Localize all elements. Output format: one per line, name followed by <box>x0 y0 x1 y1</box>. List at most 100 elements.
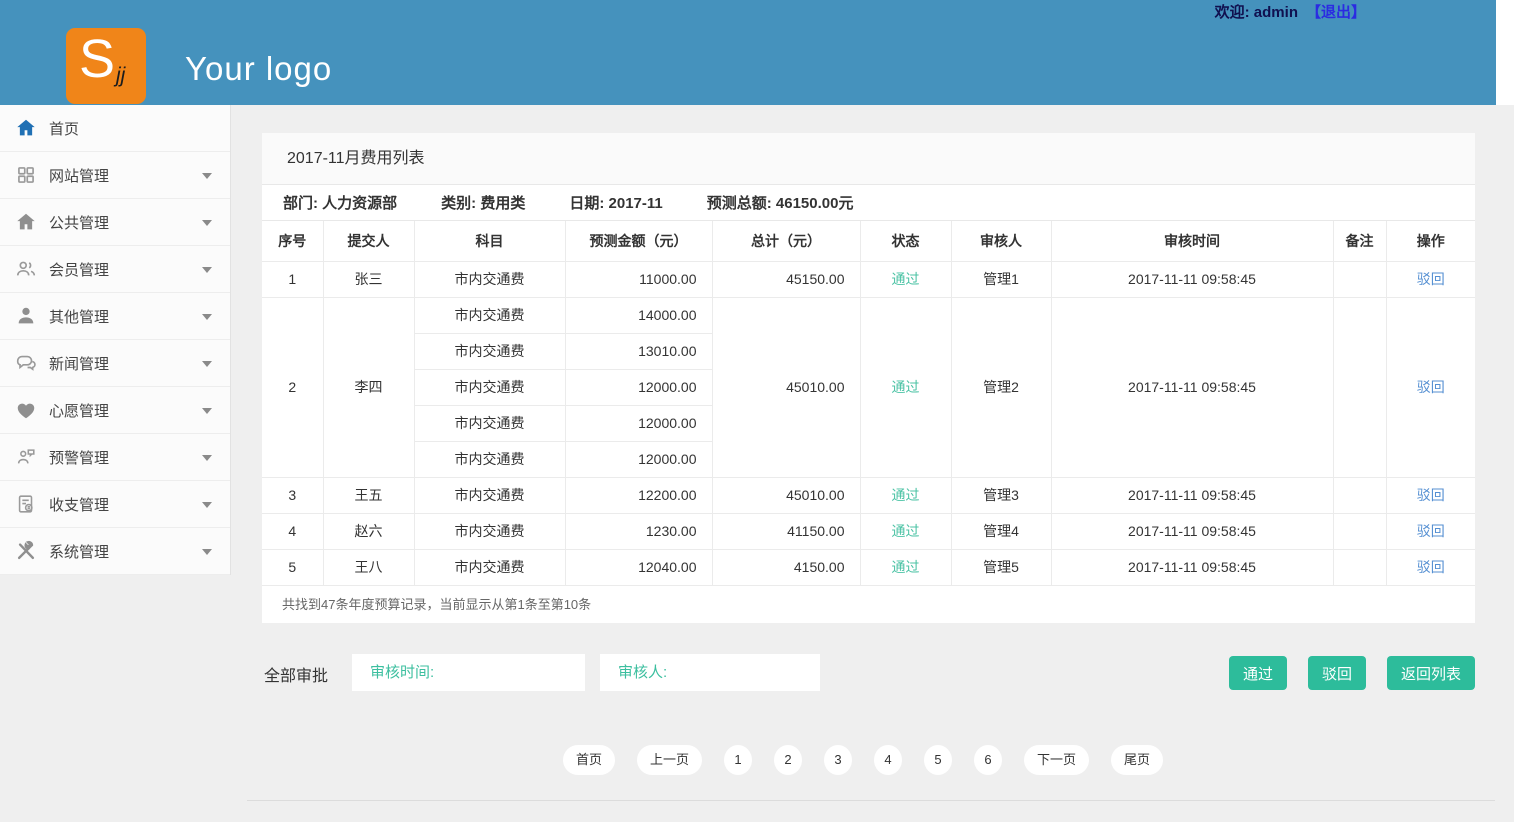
sidebar-item-wish[interactable]: 心愿管理 <box>0 387 230 434</box>
scrollbar-track <box>1496 0 1514 105</box>
cell-total: 41150.00 <box>712 513 860 549</box>
table-row: 3王五市内交通费12200.0045010.00通过管理32017-11-11 … <box>262 477 1475 513</box>
logo-text: Your logo <box>185 50 332 88</box>
sidebar-item-label: 预警管理 <box>49 447 109 468</box>
reject-link[interactable]: 驳回 <box>1417 487 1445 503</box>
sidebar-item-site[interactable]: 网站管理 <box>0 152 230 199</box>
col-header-amount: 预测金额（元） <box>565 221 712 261</box>
sidebar-item-member[interactable]: 会员管理 <box>0 246 230 293</box>
cell-subject: 市内交通费 <box>414 441 565 477</box>
col-header-subject: 科目 <box>414 221 565 261</box>
table-row: 5王八市内交通费12040.004150.00通过管理52017-11-11 0… <box>262 549 1475 585</box>
home-icon <box>15 117 37 139</box>
cell-submitter: 张三 <box>323 261 414 297</box>
page-6-button[interactable]: 6 <box>974 745 1002 775</box>
cell-status: 通过 <box>860 513 951 549</box>
house-icon <box>15 211 37 233</box>
reject-link[interactable]: 驳回 <box>1417 271 1445 287</box>
cell-action: 驳回 <box>1386 477 1475 513</box>
page-next-button[interactable]: 下一页 <box>1024 745 1089 775</box>
chevron-down-icon <box>202 549 212 555</box>
cell-remark <box>1333 261 1386 297</box>
sidebar-item-label: 系统管理 <box>49 541 109 562</box>
sidebar-item-system[interactable]: 系统管理 <box>0 528 230 575</box>
sidebar: 首页网站管理公共管理会员管理其他管理新闻管理心愿管理预警管理收支管理系统管理 <box>0 105 231 575</box>
cell-no: 4 <box>262 513 323 549</box>
col-header-status: 状态 <box>860 221 951 261</box>
users-icon <box>15 258 37 280</box>
sidebar-item-label: 其他管理 <box>49 306 109 327</box>
page-2-button[interactable]: 2 <box>774 745 802 775</box>
logout-link[interactable]: 【退出】 <box>1306 4 1366 21</box>
status-link[interactable]: 通过 <box>892 559 920 575</box>
col-header-time: 审核时间 <box>1051 221 1333 261</box>
back-to-list-button[interactable]: 返回列表 <box>1387 656 1475 690</box>
cell-submitter: 赵六 <box>323 513 414 549</box>
cell-amount: 12000.00 <box>565 369 712 405</box>
cell-subject: 市内交通费 <box>414 297 565 333</box>
top-header: S jj Your logo 欢迎: admin【退出】 <box>0 0 1496 105</box>
sidebar-item-finance[interactable]: 收支管理 <box>0 481 230 528</box>
page-1-button[interactable]: 1 <box>724 745 752 775</box>
page-first-button[interactable]: 首页 <box>563 745 615 775</box>
cell-no: 1 <box>262 261 323 297</box>
auditor-input[interactable] <box>600 654 820 691</box>
audit-time-input[interactable] <box>352 654 585 691</box>
chevron-down-icon <box>202 220 212 226</box>
cell-amount: 13010.00 <box>565 333 712 369</box>
col-header-auditor: 审核人 <box>951 221 1051 261</box>
sidebar-item-news[interactable]: 新闻管理 <box>0 340 230 387</box>
sidebar-item-other[interactable]: 其他管理 <box>0 293 230 340</box>
cell-auditor: 管理3 <box>951 477 1051 513</box>
welcome-text: 欢迎: admin <box>1215 4 1298 21</box>
cell-amount: 14000.00 <box>565 297 712 333</box>
status-link[interactable]: 通过 <box>892 379 920 395</box>
cell-time: 2017-11-11 09:58:45 <box>1051 477 1333 513</box>
reject-all-button[interactable]: 驳回 <box>1308 656 1366 690</box>
reject-link[interactable]: 驳回 <box>1417 379 1445 395</box>
chevron-down-icon <box>202 267 212 273</box>
cell-action: 驳回 <box>1386 261 1475 297</box>
cell-auditor: 管理2 <box>951 297 1051 477</box>
page-5-button[interactable]: 5 <box>924 745 952 775</box>
reject-link[interactable]: 驳回 <box>1417 559 1445 575</box>
cell-submitter: 李四 <box>323 297 414 477</box>
status-link[interactable]: 通过 <box>892 487 920 503</box>
chevron-down-icon <box>202 502 212 508</box>
col-header-no: 序号 <box>262 221 323 261</box>
cell-remark <box>1333 297 1386 477</box>
sidebar-item-home[interactable]: 首页 <box>0 105 230 152</box>
cell-amount: 12200.00 <box>565 477 712 513</box>
status-link[interactable]: 通过 <box>892 271 920 287</box>
page-prev-button[interactable]: 上一页 <box>637 745 702 775</box>
filter-department: 部门: 人力资源部 <box>283 192 397 213</box>
sidebar-item-label: 网站管理 <box>49 165 109 186</box>
filter-category: 类别: 费用类 <box>441 192 525 213</box>
cell-action: 驳回 <box>1386 297 1475 477</box>
pagination: 首页上一页 123456 下一页尾页 <box>231 745 1495 775</box>
table-header-row: 序号提交人科目预测金额（元）总计（元）状态审核人审核时间备注操作 <box>262 221 1475 261</box>
chevron-down-icon <box>202 314 212 320</box>
logo-s-letter: S <box>79 28 115 90</box>
alert-icon <box>15 446 37 468</box>
cell-auditor: 管理5 <box>951 549 1051 585</box>
cell-time: 2017-11-11 09:58:45 <box>1051 549 1333 585</box>
status-link[interactable]: 通过 <box>892 523 920 539</box>
chevron-down-icon <box>202 361 212 367</box>
col-header-remark: 备注 <box>1333 221 1386 261</box>
sidebar-item-warning[interactable]: 预警管理 <box>0 434 230 481</box>
cell-submitter: 王五 <box>323 477 414 513</box>
sidebar-item-public[interactable]: 公共管理 <box>0 199 230 246</box>
page-4-button[interactable]: 4 <box>874 745 902 775</box>
page-last-button[interactable]: 尾页 <box>1111 745 1163 775</box>
chevron-down-icon <box>202 455 212 461</box>
filter-date: 日期: 2017-11 <box>569 192 662 213</box>
approve-all-button[interactable]: 通过 <box>1229 656 1287 690</box>
grid-icon <box>15 164 37 186</box>
chevron-down-icon <box>202 173 212 179</box>
page-3-button[interactable]: 3 <box>824 745 852 775</box>
cell-auditor: 管理1 <box>951 261 1051 297</box>
cell-no: 3 <box>262 477 323 513</box>
reject-link[interactable]: 驳回 <box>1417 523 1445 539</box>
summary-text: 共找到47条年度预算记录，当前显示从第1条至第10条 <box>262 585 1475 623</box>
